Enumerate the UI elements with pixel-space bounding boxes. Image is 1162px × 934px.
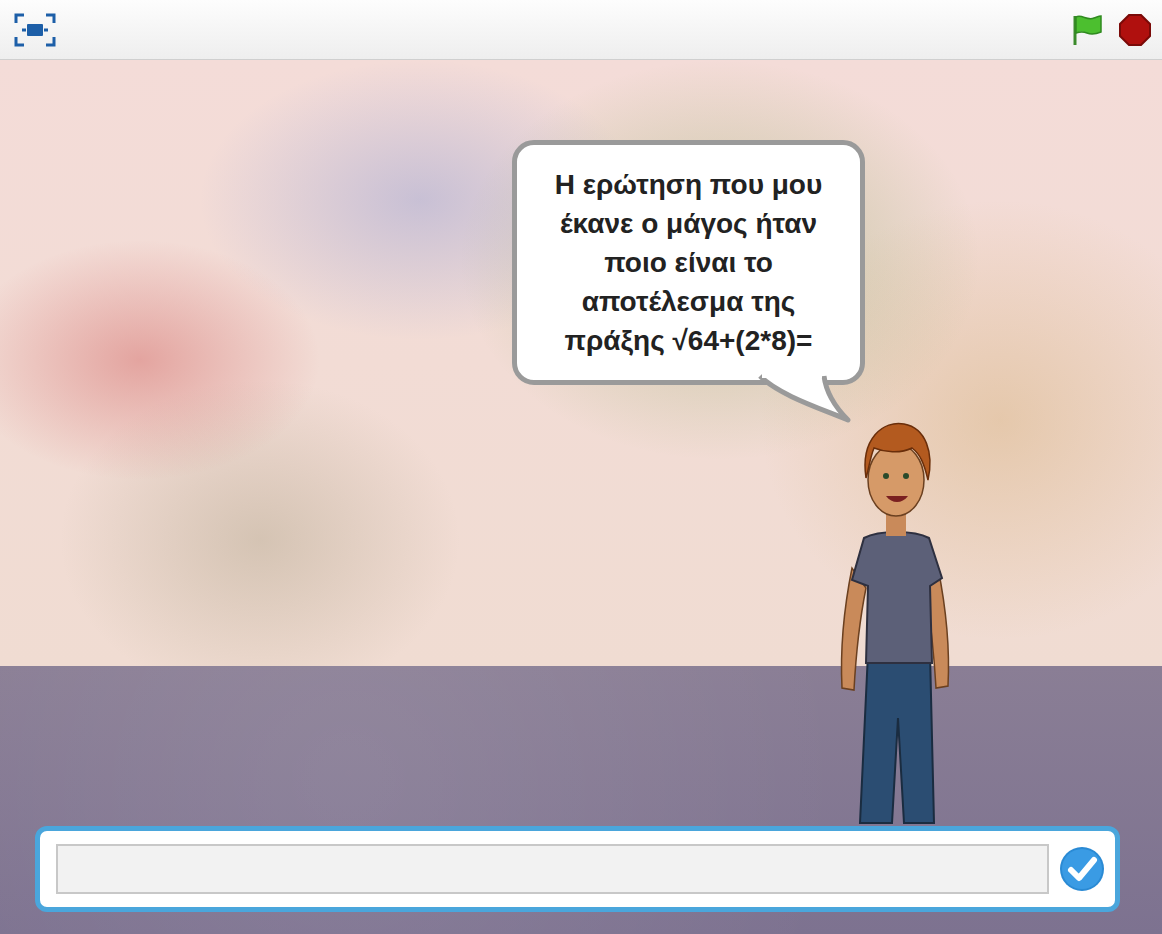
speech-bubble: Η ερώτηση που μου έκανε ο μάγος ήταν ποι… xyxy=(512,140,865,385)
scratch-player: Η ερώτηση που μου έκανε ο μάγος ήταν ποι… xyxy=(0,0,1162,934)
speech-tail-icon xyxy=(740,366,860,426)
ask-box xyxy=(35,826,1120,912)
stage[interactable]: Η ερώτηση που μου έκανε ο μάγος ήταν ποι… xyxy=(0,60,1162,934)
boy-sprite-icon[interactable] xyxy=(834,418,958,828)
speech-text: Η ερώτηση που μου έκανε ο μάγος ήταν ποι… xyxy=(531,165,846,360)
stop-icon[interactable] xyxy=(1118,13,1152,47)
controls-bar xyxy=(0,0,1162,60)
fullscreen-icon[interactable] xyxy=(14,13,56,47)
green-flag-icon[interactable] xyxy=(1070,13,1104,47)
answer-input[interactable] xyxy=(56,844,1049,894)
submit-check-icon[interactable] xyxy=(1059,846,1105,892)
